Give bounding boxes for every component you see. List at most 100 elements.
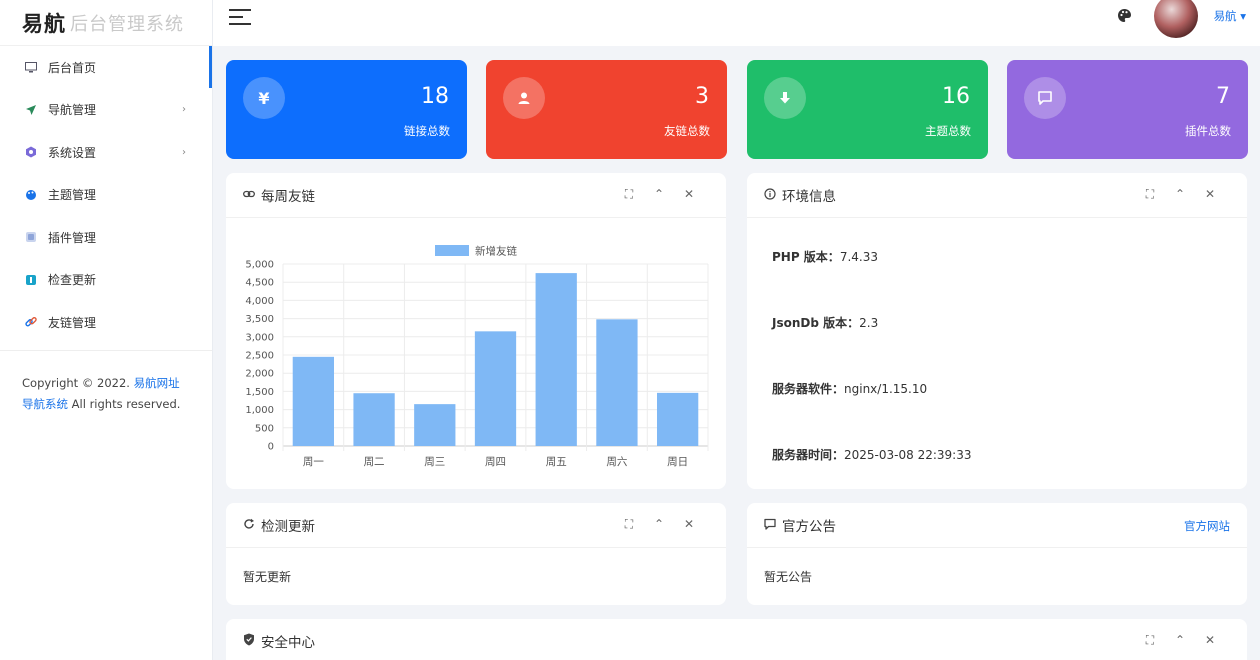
sidebar-item-plugins[interactable]: 插件管理 <box>0 216 212 259</box>
panel-environment: 环境信息 ⛶ ⌃ ✕ PHP 版本：7.4.33 JsonDb 版本：2.3 服… <box>747 173 1247 489</box>
x-tick-label: 周一 <box>303 456 324 468</box>
avatar[interactable] <box>1154 0 1198 38</box>
x-tick-label: 周日 <box>667 456 688 468</box>
chevron-right-icon: › <box>182 146 186 158</box>
stat-label: 链接总数 <box>404 124 450 138</box>
sidebar-item-label: 检查更新 <box>48 273 97 288</box>
bar-chart: 0 500 1,000 1,500 2,000 2,500 3,000 3,500 4,000 4… <box>245 245 709 468</box>
copyright-suffix: All rights reserved. <box>71 396 181 411</box>
link-icon <box>243 189 255 202</box>
sidebar-item-links[interactable]: 友链管理 <box>0 301 212 344</box>
sidebar-item-label: 后台首页 <box>48 60 97 75</box>
sidebar-item-home[interactable]: 后台首页 <box>0 46 212 89</box>
env-key: 服务器时间： <box>772 448 845 462</box>
panel-title: 每周友链 <box>243 185 315 205</box>
bar <box>535 273 577 446</box>
env-value: nginx/1.15.10 <box>844 382 928 396</box>
refresh-icon <box>243 518 255 533</box>
comment-icon <box>764 518 776 533</box>
panel-title-text: 每周友链 <box>261 189 315 205</box>
close-icon[interactable]: ✕ <box>674 187 704 202</box>
sidebar-item-navigation[interactable]: 导航管理 › <box>0 89 212 132</box>
stat-card-friend-links: 3 友链总数 <box>486 60 727 159</box>
message-icon <box>1024 77 1066 119</box>
legend-label: 新增友链 <box>475 245 517 258</box>
sidebar-item-label: 主题管理 <box>48 188 97 203</box>
stat-card-themes: 16 主题总数 <box>747 60 988 159</box>
fullscreen-icon[interactable]: ⛶ <box>614 187 644 202</box>
env-row-php: PHP 版本：7.4.33 <box>772 248 878 265</box>
sidebar-item-label: 系统设置 <box>48 145 97 160</box>
stat-label: 插件总数 <box>1185 124 1231 138</box>
env-row-server-software: 服务器软件：nginx/1.15.10 <box>772 380 927 397</box>
y-tick-label: 1,500 <box>245 387 274 398</box>
menu-toggle-icon[interactable] <box>229 9 251 25</box>
monitor-icon <box>24 60 38 74</box>
sidebar-item-label: 插件管理 <box>48 230 97 245</box>
palette-icon <box>24 188 38 202</box>
panel-body: 暂无公告 <box>764 570 813 584</box>
logo-subtitle: 后台管理系统 <box>70 13 184 35</box>
x-tick-label: 周六 <box>606 456 627 468</box>
collapse-icon[interactable]: ⌃ <box>1165 633 1195 648</box>
panel-security-center: 安全中心 ⛶ ⌃ ✕ <box>226 619 1247 660</box>
sidebar: 易航 后台管理系统 后台首页 导航管理 › 系统设置 › 主题管理 插件管理 检… <box>0 0 213 660</box>
update-icon <box>24 273 38 287</box>
panel-header: 安全中心 ⛶ ⌃ ✕ <box>226 619 1247 660</box>
fullscreen-icon[interactable]: ⛶ <box>1135 187 1165 202</box>
close-icon[interactable]: ✕ <box>1195 633 1225 648</box>
panel-tools: ⛶ ⌃ ✕ <box>614 187 704 202</box>
user-menu[interactable]: 易航 ▾ <box>1214 8 1246 24</box>
fullscreen-icon[interactable]: ⛶ <box>614 517 644 532</box>
legend-swatch <box>435 245 469 256</box>
stat-label: 主题总数 <box>925 124 971 138</box>
logo[interactable]: 易航 后台管理系统 <box>0 0 212 46</box>
env-key: PHP 版本： <box>772 250 840 264</box>
panel-title-text: 环境信息 <box>782 189 836 205</box>
panel-title-text: 官方公告 <box>782 519 836 535</box>
bar <box>414 404 456 446</box>
stat-card-plugins: 7 插件总数 <box>1007 60 1248 159</box>
x-tick-label: 周三 <box>424 456 445 468</box>
y-tick-label: 3,000 <box>245 332 274 343</box>
panel-title: 安全中心 <box>243 631 315 651</box>
copyright: Copyright © 2022. 易航网址导航系统 All rights re… <box>0 351 212 437</box>
collapse-icon[interactable]: ⌃ <box>644 187 674 202</box>
info-icon <box>764 187 776 203</box>
sidebar-item-updates[interactable]: 检查更新 <box>0 259 212 302</box>
download-icon <box>764 77 806 119</box>
panel-title: 官方公告 <box>764 515 836 535</box>
env-key: JsonDb 版本： <box>772 316 860 330</box>
stat-label: 友链总数 <box>664 124 710 138</box>
stat-value: 18 <box>421 84 449 109</box>
env-value: 2.3 <box>859 316 879 330</box>
close-icon[interactable]: ✕ <box>1195 187 1225 202</box>
collapse-icon[interactable]: ⌃ <box>1165 187 1195 202</box>
sidebar-item-themes[interactable]: 主题管理 <box>0 174 212 217</box>
shield-icon <box>243 633 255 649</box>
topbar: 易航 ▾ <box>213 0 1260 46</box>
panel-header: 检测更新 ⛶ ⌃ ✕ <box>226 503 726 548</box>
panel-title-text: 检测更新 <box>261 519 315 535</box>
x-tick-label: 周二 <box>364 456 385 468</box>
env-key: 服务器软件： <box>772 382 845 396</box>
user-icon <box>503 77 545 119</box>
collapse-icon[interactable]: ⌃ <box>644 517 674 532</box>
panel-body: 暂无更新 <box>243 570 292 584</box>
theme-palette-icon[interactable] <box>1117 8 1132 27</box>
bar <box>353 393 395 446</box>
bar <box>292 356 334 446</box>
sidebar-item-settings[interactable]: 系统设置 › <box>0 131 212 174</box>
env-value: 7.4.33 <box>839 250 878 264</box>
close-icon[interactable]: ✕ <box>674 517 704 532</box>
y-tick-label: 1,000 <box>245 405 274 416</box>
chevron-right-icon: › <box>182 104 186 116</box>
stat-value: 7 <box>1216 84 1230 109</box>
panel-header: 官方公告 官方网站 <box>747 503 1247 548</box>
env-row-jsondb: JsonDb 版本：2.3 <box>772 314 878 331</box>
fullscreen-icon[interactable]: ⛶ <box>1135 633 1165 648</box>
y-tick-label: 0 <box>268 442 274 453</box>
y-tick-label: 2,000 <box>245 369 274 380</box>
official-website-link[interactable]: 官方网站 <box>1184 518 1230 534</box>
y-tick-label: 2,500 <box>245 351 274 362</box>
